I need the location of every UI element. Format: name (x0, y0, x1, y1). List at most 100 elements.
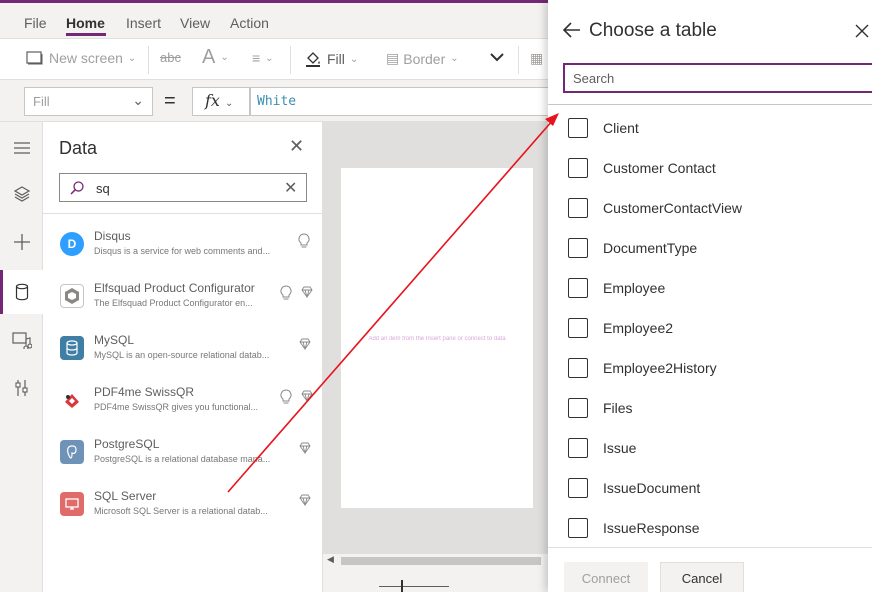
table-row[interactable]: Customer Contact (548, 148, 872, 188)
premium-diamond-icon (299, 338, 311, 350)
table-name: Customer Contact (603, 160, 716, 176)
table-row[interactable]: Employee2History (548, 348, 872, 388)
table-name: DocumentType (603, 240, 698, 256)
choose-table-panel: Choose a table Search Client Customer Co… (548, 0, 872, 592)
ribbon-divider (518, 46, 519, 74)
layers-button[interactable] (0, 172, 43, 216)
table-name: IssueResponse (603, 520, 700, 536)
arrange-button[interactable]: ▦ (530, 50, 543, 67)
connector-item[interactable]: D Disqus Disqus is a service for web com… (43, 222, 323, 274)
table-row[interactable]: Client (548, 108, 872, 148)
elfsquad-logo (60, 284, 84, 308)
align-icon: ≡ (252, 50, 261, 66)
tree-view-button[interactable] (0, 126, 43, 170)
connector-item[interactable]: Elfsquad Product Configurator The Elfsqu… (43, 274, 323, 326)
menu-file[interactable]: File (24, 15, 47, 31)
close-icon[interactable] (854, 23, 870, 39)
table-checkbox[interactable] (568, 398, 588, 418)
menu-bar: File Home Insert View Action (0, 3, 548, 39)
table-row[interactable]: Employee (548, 268, 872, 308)
connector-item[interactable]: SQL Server Microsoft SQL Server is a rel… (43, 482, 323, 534)
connector-search-box[interactable]: sq ✕ (59, 173, 307, 202)
font-button[interactable]: A ⌄ (202, 46, 229, 69)
table-row[interactable]: Files (548, 388, 872, 428)
ribbon-divider (148, 46, 149, 74)
panel-divider (43, 213, 323, 214)
disqus-logo: D (60, 232, 84, 256)
table-name: Employee2History (603, 360, 717, 376)
strikethrough-button[interactable]: abc (160, 50, 181, 65)
connector-description: PDF4me SwissQR gives you functional... (94, 402, 259, 412)
table-name: Employee (603, 280, 666, 296)
table-checkbox[interactable] (568, 318, 588, 338)
zoom-slider[interactable] (379, 586, 449, 587)
table-checkbox[interactable] (568, 278, 588, 298)
postgresql-logo (60, 440, 84, 464)
chevron-down-icon: ⌄ (265, 52, 274, 64)
clear-search-icon[interactable]: ✕ (284, 178, 297, 198)
menu-insert[interactable]: Insert (126, 15, 161, 31)
menu-action[interactable]: Action (230, 15, 269, 31)
table-checkbox[interactable] (568, 518, 588, 538)
sqlserver-logo (60, 492, 84, 516)
table-row[interactable]: IssueDocument (548, 468, 872, 508)
align-button[interactable]: ≡ ⌄ (252, 50, 274, 66)
data-button[interactable] (0, 270, 43, 314)
menu-home[interactable]: Home (66, 15, 105, 31)
table-checkbox[interactable] (568, 158, 588, 178)
property-dropdown[interactable]: Fill ⌄ (24, 87, 153, 116)
connector-item[interactable]: PDF4me SwissQR PDF4me SwissQR gives you … (43, 378, 323, 430)
table-checkbox[interactable] (568, 478, 588, 498)
formula-input[interactable]: White (250, 87, 548, 116)
screen-canvas[interactable]: Add an item from the Insert pane or conn… (341, 168, 533, 508)
new-screen-button[interactable]: New screen ⌄ (26, 50, 136, 66)
mysql-logo (60, 336, 84, 360)
table-row[interactable]: Employee2 (548, 308, 872, 348)
chevron-down-icon: ⌄ (127, 52, 137, 64)
connector-item[interactable]: PostgreSQL PostgreSQL is a relational da… (43, 430, 323, 482)
close-icon[interactable]: ✕ (289, 136, 304, 157)
scrollbar-thumb[interactable] (341, 557, 541, 565)
table-checkbox[interactable] (568, 118, 588, 138)
ribbon-expand-button[interactable] (488, 48, 506, 66)
premium-diamond-icon (301, 286, 313, 298)
scroll-left-icon[interactable]: ◀ (327, 554, 334, 565)
advanced-tools-button[interactable] (0, 366, 43, 410)
connector-description: Disqus is a service for web comments and… (94, 246, 271, 256)
connector-item[interactable]: MySQL MySQL is an open-source relational… (43, 326, 323, 378)
plus-icon (13, 234, 30, 250)
insert-button[interactable] (0, 220, 43, 264)
table-row[interactable]: IssueResponse (548, 508, 872, 546)
media-icon (11, 332, 32, 349)
cancel-button[interactable]: Cancel (660, 562, 744, 592)
back-arrow-icon[interactable] (562, 20, 582, 40)
connect-button[interactable]: Connect (564, 562, 648, 592)
connector-search-input[interactable]: sq (96, 181, 110, 196)
chevron-down-icon: ⌄ (225, 98, 234, 109)
table-name: Files (603, 400, 633, 416)
table-name: CustomerContactView (603, 200, 743, 216)
database-icon (15, 283, 28, 301)
table-row[interactable]: Issue (548, 428, 872, 468)
media-button[interactable] (0, 318, 43, 362)
active-tab-indicator (66, 33, 106, 36)
table-row[interactable]: CustomerContactView (548, 188, 872, 228)
menu-view[interactable]: View (180, 15, 210, 31)
horizontal-scrollbar[interactable]: ◀ (323, 554, 548, 568)
table-checkbox[interactable] (568, 438, 588, 458)
connector-name: Disqus (94, 229, 131, 243)
fx-button[interactable]: fx ⌄ (192, 87, 250, 116)
zoom-slider-thumb[interactable] (401, 580, 403, 592)
table-checkbox[interactable] (568, 238, 588, 258)
chevron-down-icon: ⌄ (220, 52, 229, 63)
rail-active-indicator (0, 270, 3, 314)
search-icon (70, 181, 84, 195)
table-checkbox[interactable] (568, 358, 588, 378)
border-button[interactable]: ▤ Border ⌄ (386, 50, 459, 67)
chevron-down-icon: ⌄ (349, 53, 359, 65)
connector-description: MySQL is an open-source relational datab… (94, 350, 270, 360)
table-checkbox[interactable] (568, 198, 588, 218)
fill-button[interactable]: Fill ⌄ (304, 50, 358, 68)
table-row[interactable]: DocumentType (548, 228, 872, 268)
table-search-input[interactable]: Search (563, 63, 872, 93)
